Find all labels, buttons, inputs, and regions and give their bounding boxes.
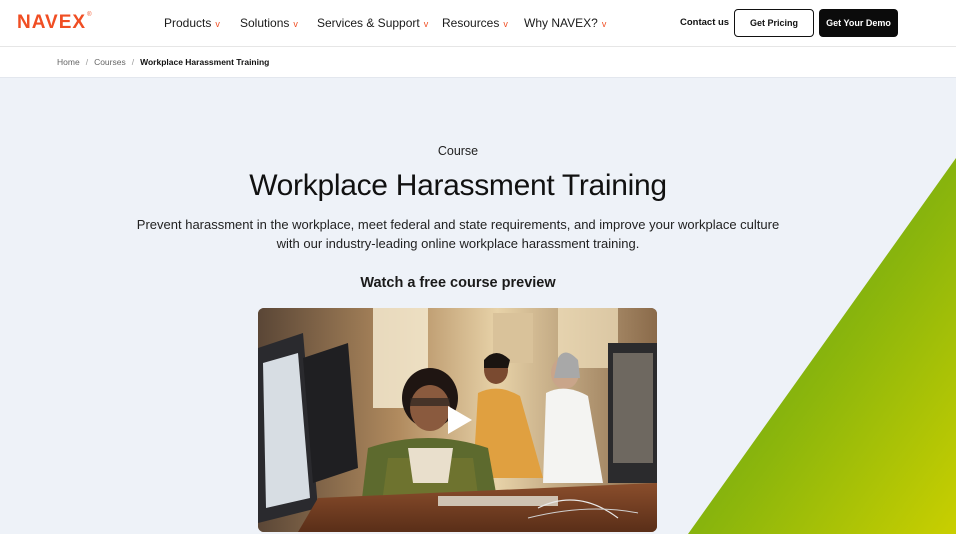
chevron-down-icon: v	[503, 19, 508, 29]
nav-resources[interactable]: Resources v	[442, 16, 524, 30]
breadcrumb: Home / Courses / Workplace Harassment Tr…	[0, 48, 956, 78]
chevron-down-icon: v	[293, 19, 298, 29]
main-nav: Products v Solutions v Services & Support v…	[164, 16, 606, 30]
play-icon[interactable]	[448, 406, 472, 434]
nav-why-navex[interactable]: Why NAVEX? v	[524, 16, 606, 30]
nav-solutions[interactable]: Solutions v	[240, 16, 317, 30]
breadcrumb-current: Workplace Harassment Training	[140, 57, 270, 67]
get-demo-button[interactable]: Get Your Demo	[819, 9, 898, 37]
chevron-down-icon: v	[601, 19, 607, 29]
nav-services-support[interactable]: Services & Support v	[317, 16, 442, 30]
navex-logo[interactable]: NAVEX®	[17, 12, 92, 34]
breadcrumb-separator: /	[131, 57, 135, 67]
chevron-down-icon: v	[423, 19, 429, 29]
page-title: Workplace Harassment Training	[249, 169, 667, 202]
contact-us-link[interactable]: Contact us	[680, 17, 729, 28]
breadcrumb-separator: /	[85, 57, 89, 67]
site-header: NAVEX® Products v Solutions v Services & S…	[0, 0, 956, 47]
course-eyebrow: Course	[437, 144, 479, 158]
breadcrumb-courses[interactable]: Courses	[94, 57, 126, 67]
preview-heading: Watch a free course preview	[360, 275, 556, 291]
breadcrumb-home[interactable]: Home	[57, 57, 80, 67]
course-preview-video[interactable]	[258, 308, 657, 532]
course-description: Prevent harassment in the workplace, mee…	[136, 217, 780, 251]
registered-mark: ®	[87, 12, 93, 18]
hero-section: Course Workplace Harassment Training Pre…	[0, 78, 956, 534]
chevron-down-icon: v	[215, 19, 220, 29]
nav-products[interactable]: Products v	[164, 16, 240, 30]
get-pricing-button[interactable]: Get Pricing	[734, 9, 814, 37]
